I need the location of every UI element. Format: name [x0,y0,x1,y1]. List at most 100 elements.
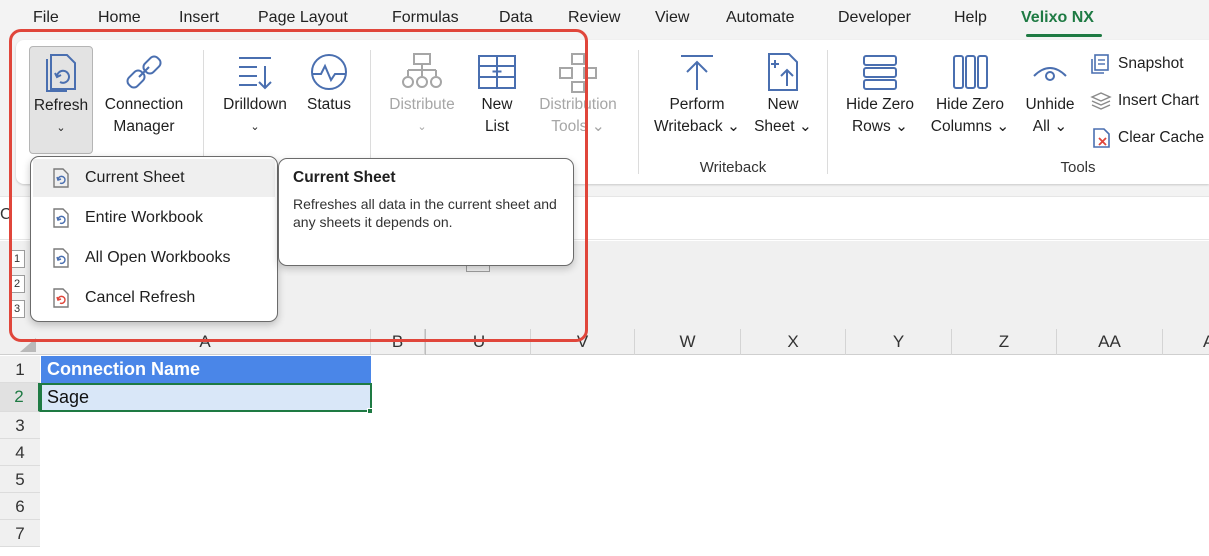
column-header-b[interactable]: B [371,329,425,355]
tab-automate[interactable]: Automate [726,9,794,27]
connection-manager-label-2: Manager [113,118,175,135]
cell-a1[interactable]: Connection Name [41,356,371,383]
drilldown-button[interactable]: Drilldown ⌄ [214,48,296,152]
clear-cache-button[interactable]: Clear Cache [1090,127,1204,149]
column-header-w[interactable]: W [635,329,741,355]
column-header-ab[interactable]: A [1163,329,1209,355]
distribution-tools-label-1: Distribution [539,96,617,113]
new-list-button[interactable]: New List [472,48,522,152]
tooltip: Current Sheet Refreshes all data in the … [278,158,574,266]
tab-velixo-nx[interactable]: Velixo NX [1021,9,1094,27]
tab-review[interactable]: Review [568,9,620,27]
ribbon-separator [370,50,371,174]
menu-item-cancel-refresh[interactable]: Cancel Refresh [33,279,275,317]
insert-chart-button[interactable]: Insert Chart [1090,90,1199,112]
distribute-label: Distribute [389,96,455,113]
new-sheet-label-2: Sheet ⌄ [754,118,812,135]
column-header-v[interactable]: V [531,329,635,355]
hide-zero-rows-button[interactable]: Hide Zero Rows ⌄ [838,48,922,152]
row-header-7[interactable]: 7 [0,520,40,547]
active-tab-indicator [1026,34,1102,37]
fill-handle[interactable] [367,408,373,414]
tab-page-layout[interactable]: Page Layout [258,9,348,27]
distribution-tools-button[interactable]: Distribution Tools ⌄ [528,48,628,152]
menu-item-current-sheet[interactable]: Current Sheet [33,159,275,197]
rows-icon [863,55,897,90]
status-button[interactable]: Status [301,48,357,152]
status-label: Status [307,96,351,113]
tab-view[interactable]: View [655,9,689,27]
cancel-refresh-icon [53,288,69,308]
menu-bar: File Home Insert Page Layout Formulas Da… [0,0,1209,40]
tab-formulas[interactable]: Formulas [392,9,459,27]
outline-level-2-button[interactable]: 2 [9,275,25,293]
writeback-group-label: Writeback [699,159,767,176]
cell-a2-selected[interactable]: Sage [40,383,372,412]
tab-insert[interactable]: Insert [179,9,219,27]
outline-level-1-button[interactable]: 1 [9,250,25,268]
columns-icon [953,55,988,89]
column-header-x[interactable]: X [741,329,846,355]
snapshot-icon [1091,54,1109,74]
new-sheet-label-1: New [767,96,799,113]
name-box[interactable]: C [0,206,12,224]
upload-arrow-icon [681,55,713,90]
ribbon-separator [638,50,639,174]
column-header-z[interactable]: Z [952,329,1057,355]
refresh-workbook-icon [53,208,69,228]
tooltip-title: Current Sheet [293,169,396,186]
hidden-columns-marker [425,329,426,355]
menu-item-label: Current Sheet [85,169,185,186]
column-header-u[interactable]: U [428,329,531,355]
column-header-a[interactable]: A [40,329,371,355]
new-list-label-1: New [481,96,513,113]
hierarchy-icon [402,53,442,88]
tab-home[interactable]: Home [98,9,141,27]
select-all-corner[interactable] [0,329,40,355]
perform-writeback-label-2: Writeback ⌄ [654,118,740,135]
tab-developer[interactable]: Developer [838,9,911,27]
tab-file[interactable]: File [33,9,59,27]
snapshot-button[interactable]: Snapshot [1090,53,1184,75]
unhide-all-label-2: All ⌄ [1032,118,1068,135]
hide-zero-rows-label-1: Hide Zero [845,96,915,113]
link-icon [126,55,162,89]
menu-item-entire-workbook[interactable]: Entire Workbook [33,199,275,237]
drilldown-label: Drilldown [223,96,287,113]
row-header-4[interactable]: 4 [0,439,40,466]
clear-cache-icon [1093,128,1110,148]
layers-icon [1090,92,1112,110]
tab-data[interactable]: Data [499,9,533,27]
outline-level-3-button[interactable]: 3 [9,300,25,318]
new-sheet-button[interactable]: New Sheet ⌄ [750,48,816,152]
row-header-3[interactable]: 3 [0,412,40,439]
row-header-2[interactable]: 2 [0,383,40,412]
refresh-all-workbooks-icon [53,248,69,268]
hide-zero-columns-button[interactable]: Hide Zero Columns ⌄ [926,48,1014,152]
row-header-6[interactable]: 6 [0,493,40,520]
clear-cache-label: Clear Cache [1118,129,1205,146]
new-list-label-2: List [484,118,510,135]
refresh-button[interactable]: Refresh ⌄ [29,46,93,154]
distribute-button[interactable]: Distribute ⌄ [380,48,464,152]
eye-icon [1033,67,1067,81]
row-header-1[interactable]: 1 [0,356,40,383]
tab-help[interactable]: Help [954,9,987,27]
ribbon-separator [827,50,828,174]
refresh-sheet-icon [53,168,69,188]
column-header-row: A B U V W X Y Z AA A [0,329,1209,355]
pulse-icon [311,54,347,90]
tooltip-body: Refreshes all data in the current sheet … [293,196,557,230]
snapshot-label: Snapshot [1118,55,1184,72]
column-header-y[interactable]: Y [846,329,952,355]
connection-manager-button[interactable]: Connection Manager [97,48,191,152]
refresh-dropdown-menu: Current Sheet Entire Workbook All Open W… [30,156,278,322]
column-header-aa[interactable]: AA [1057,329,1163,355]
distribution-tools-label-2: Tools ⌄ [551,118,605,135]
new-list-icon [478,55,516,89]
unhide-all-button[interactable]: Unhide All ⌄ [1018,48,1082,152]
row-header-5[interactable]: 5 [0,466,40,493]
perform-writeback-button[interactable]: Perform Writeback ⌄ [648,48,746,152]
menu-item-all-open-workbooks[interactable]: All Open Workbooks [33,239,275,277]
chevron-down-icon: ⌄ [417,121,427,133]
